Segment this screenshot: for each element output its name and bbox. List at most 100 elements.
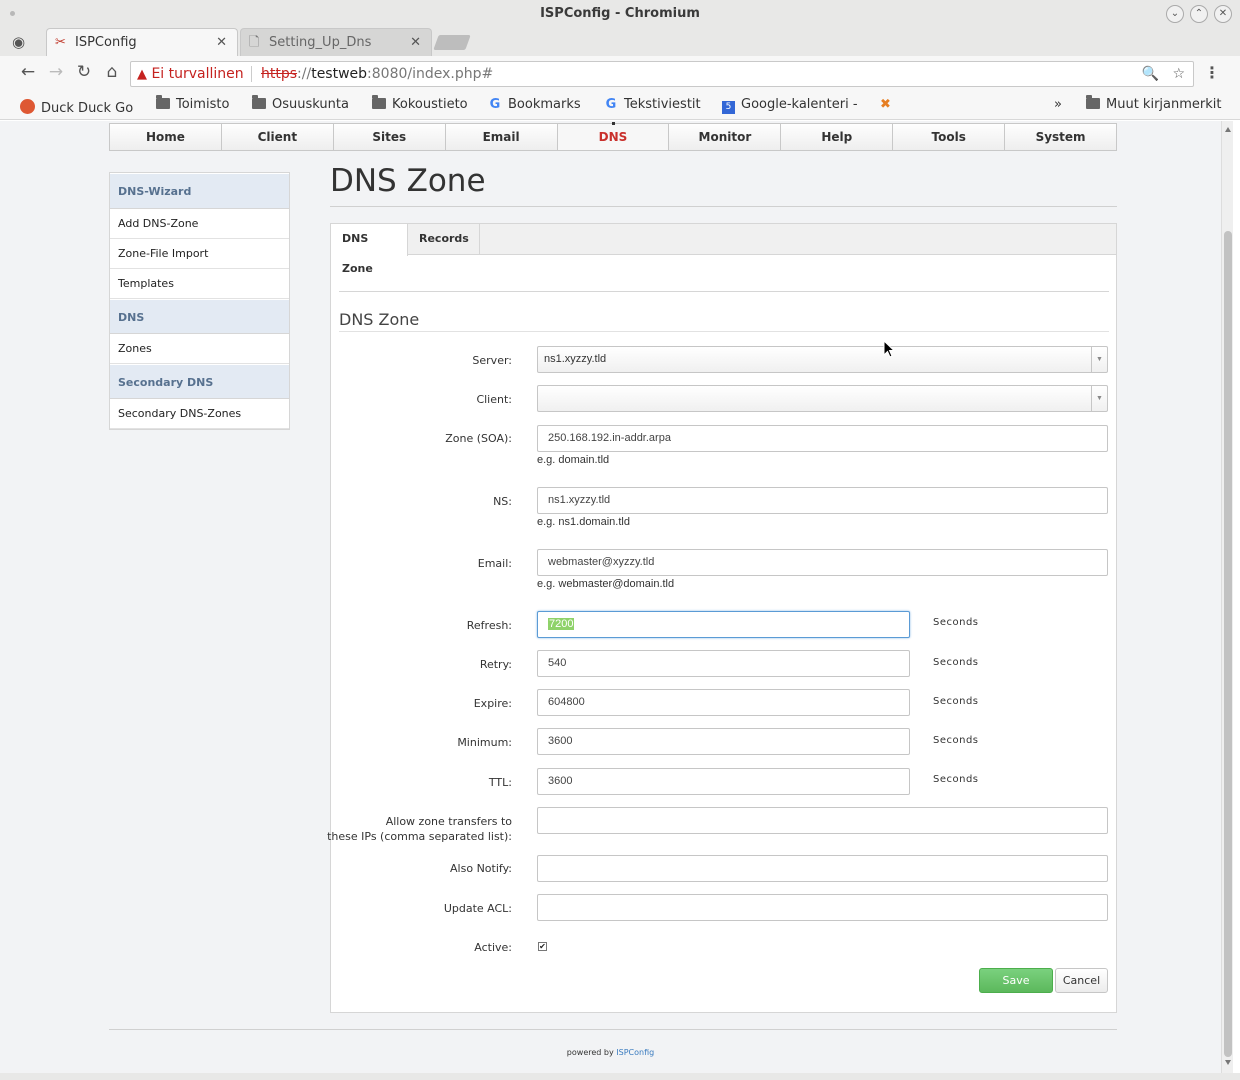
expire-label: Expire: (473, 697, 512, 710)
scroll-up-icon[interactable] (1225, 127, 1231, 132)
cancel-button[interactable]: Cancel (1055, 968, 1108, 993)
bookmarks-overflow-icon[interactable]: » (1054, 97, 1062, 112)
refresh-label: Refresh: (466, 619, 512, 632)
home-icon[interactable]: ⌂ (100, 62, 124, 82)
server-value: ns1.xyzzy.tld (544, 353, 607, 365)
title-divider (330, 206, 1117, 207)
refresh-input[interactable]: 7200 (537, 611, 910, 638)
sidebar-item-zone-file-import[interactable]: Zone-File Import (110, 239, 289, 269)
ns-hint: e.g. ns1.domain.tld (537, 516, 630, 528)
bookmark-bookmarks[interactable]: G Bookmarks (488, 97, 581, 112)
close-tab-icon[interactable]: ✕ (216, 29, 227, 56)
minimize-button[interactable]: ⌄ (1166, 5, 1184, 23)
folder-icon (156, 95, 170, 109)
sidebar: DNS-Wizard Add DNS-Zone Zone-File Import… (109, 172, 290, 430)
sidebar-item-templates[interactable]: Templates (110, 269, 289, 299)
zone-hint: e.g. domain.tld (537, 454, 610, 466)
tab-records[interactable]: Records (408, 224, 480, 255)
email-input[interactable]: webmaster@xyzzy.tld (537, 549, 1108, 576)
nav-monitor[interactable]: Monitor (669, 124, 782, 150)
bookmark-star-icon[interactable]: ☆ (1172, 66, 1185, 82)
tab-dns-zone[interactable]: DNS Zone (331, 224, 408, 275)
maximize-button[interactable]: ⌃ (1190, 5, 1208, 23)
x-icon: ✖ (880, 97, 891, 112)
bookmark-tekstiviestit[interactable]: G Tekstiviestit (604, 97, 701, 112)
nav-system[interactable]: System (1005, 124, 1117, 150)
page-scrollbar[interactable] (1221, 121, 1233, 1073)
footer-divider (109, 1029, 1117, 1030)
new-tab-button[interactable] (433, 35, 471, 50)
bookmark-toimisto[interactable]: Toimisto (156, 95, 229, 112)
browser-tab-setting-up-dns[interactable]: 🗋 Setting_Up_Dns ✕ (240, 28, 432, 56)
browser-tab-ispconfig[interactable]: ✂ ISPConfig ✕ (46, 28, 238, 56)
legend-divider (339, 331, 1109, 332)
url-text: https://testweb:8080/index.php# (261, 62, 493, 86)
back-icon[interactable]: ← (16, 62, 40, 82)
nav-home[interactable]: Home (110, 124, 222, 150)
browser-menu-icon[interactable]: ⋮ (1204, 63, 1220, 82)
google-icon: G (605, 97, 617, 112)
server-select[interactable]: ns1.xyzzy.tld ▼ (537, 346, 1108, 373)
url-host: testweb (311, 66, 368, 82)
panel-divider (339, 291, 1109, 292)
refresh-value: 7200 (548, 618, 575, 630)
reload-icon[interactable]: ↻ (72, 62, 96, 82)
page-favicon-icon: 🗋 (249, 35, 260, 50)
window-menu-dot[interactable] (10, 11, 15, 16)
minimum-label: Minimum: (457, 736, 512, 749)
scrollbar-thumb[interactable] (1224, 231, 1232, 1057)
footer-brand-link[interactable]: ISPConfig (616, 1048, 654, 1057)
window-title: ISPConfig - Chromium (540, 6, 700, 21)
sidebar-item-add-dns-zone[interactable]: Add DNS-Zone (110, 209, 289, 239)
client-select[interactable]: ▼ (537, 385, 1108, 412)
forward-icon[interactable]: → (44, 62, 68, 82)
sidebar-heading-dns: DNS (110, 299, 289, 334)
bookmark-label: Duck Duck Go (41, 101, 134, 116)
nav-dns[interactable]: DNS (557, 122, 670, 150)
retry-input[interactable]: 540 (537, 650, 910, 677)
address-bar[interactable]: ▲ Ei turvallinen https://testweb:8080/in… (130, 61, 1194, 87)
refresh-unit: Seconds (933, 617, 979, 628)
also-notify-input[interactable] (537, 855, 1108, 882)
xfer-input[interactable] (537, 807, 1108, 834)
page-viewport: Home Client Sites Email DNS Monitor Help… (0, 121, 1221, 1073)
expire-unit: Seconds (933, 696, 979, 707)
browser-toolbar: ← → ↻ ⌂ ▲ Ei turvallinen https://testweb… (0, 56, 1240, 92)
bookmark-duckduckgo[interactable]: Duck Duck Go (20, 97, 133, 116)
update-acl-label: Update ACL: (443, 902, 512, 915)
sidebar-item-zones[interactable]: Zones (110, 334, 289, 364)
bookmark-osuuskunta[interactable]: Osuuskunta (252, 95, 349, 112)
footer-prefix: powered by (566, 1048, 614, 1057)
also-notify-label: Also Notify: (450, 862, 512, 875)
server-label: Server: (472, 354, 512, 367)
active-checkbox[interactable]: ✔ (538, 942, 547, 951)
nav-email[interactable]: Email (445, 124, 558, 150)
save-button[interactable]: Save (979, 968, 1053, 993)
zone-input[interactable]: 250.168.192.in-addr.arpa (537, 425, 1108, 452)
nav-client[interactable]: Client (221, 124, 334, 150)
update-acl-input[interactable] (537, 894, 1108, 921)
sidebar-heading-dns-wizard: DNS-Wizard (110, 173, 289, 209)
checkmark-icon: ✔ (539, 942, 546, 951)
close-tab-icon[interactable]: ✕ (410, 29, 421, 56)
url-protocol: https (261, 66, 298, 82)
nav-help[interactable]: Help (781, 124, 894, 150)
bookmark-kokoustieto[interactable]: Kokoustieto (372, 95, 468, 112)
zoom-icon[interactable]: 🔍 (1142, 66, 1159, 82)
sidebar-item-secondary-dns-zones[interactable]: Secondary DNS-Zones (110, 399, 289, 429)
nav-sites[interactable]: Sites (333, 124, 446, 150)
nav-tools[interactable]: Tools (893, 124, 1006, 150)
bookmark-other[interactable]: Muut kirjanmerkit (1086, 95, 1221, 112)
bookmark-x[interactable]: ✖ (880, 97, 891, 112)
scroll-down-icon[interactable] (1225, 1060, 1231, 1065)
ispconfig-favicon-icon: ✂ (55, 35, 66, 50)
bookmark-google-kalenteri[interactable]: 5 Google-kalenteri - (722, 97, 858, 114)
window-bottom-edge (0, 1073, 1240, 1080)
footer: powered by ISPConfig (0, 1048, 1221, 1057)
not-secure-indicator[interactable]: ▲ Ei turvallinen (137, 62, 244, 87)
expire-input[interactable]: 604800 (537, 689, 910, 716)
minimum-input[interactable]: 3600 (537, 728, 910, 755)
ttl-input[interactable]: 3600 (537, 768, 910, 795)
ns-input[interactable]: ns1.xyzzy.tld (537, 487, 1108, 514)
close-window-button[interactable]: ✕ (1214, 5, 1232, 23)
